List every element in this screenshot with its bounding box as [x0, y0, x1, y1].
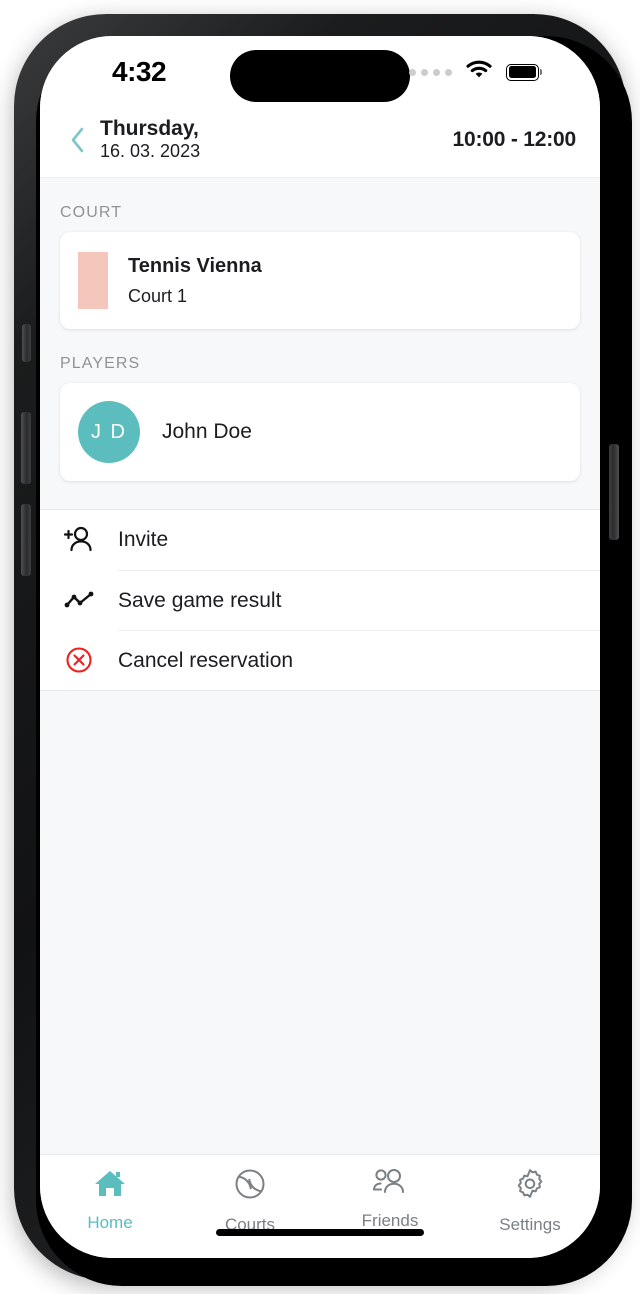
- header-date-value: 16. 03. 2023: [100, 141, 201, 162]
- home-icon: [92, 1167, 128, 1204]
- dynamic-island: [230, 50, 410, 102]
- cancel-circle-icon: [58, 646, 100, 674]
- gear-icon: [513, 1167, 547, 1206]
- empty-area: [40, 691, 600, 1154]
- back-button[interactable]: [60, 120, 94, 160]
- header-time-range: 10:00 - 12:00: [452, 127, 577, 151]
- header-date: Thursday, 16. 03. 2023: [100, 117, 200, 163]
- friends-icon: [371, 1167, 409, 1202]
- court-section-label: COURT: [60, 204, 123, 221]
- chevron-left-icon: [71, 127, 84, 152]
- tab-label-home: Home: [87, 1213, 133, 1232]
- tab-courts[interactable]: Courts: [180, 1167, 320, 1235]
- tab-settings[interactable]: Settings: [460, 1167, 600, 1235]
- main-content: COURT Tennis Vienna Court 1 PLAYERS J D …: [40, 178, 600, 1154]
- tab-bar: Home Courts Friends Settings: [40, 1154, 600, 1258]
- status-time: 4:32: [112, 56, 167, 87]
- battery-full-icon: [506, 63, 542, 81]
- power-button[interactable]: [609, 444, 619, 540]
- person-add-icon: [58, 526, 100, 554]
- header: Thursday, 16. 03. 2023 10:00 - 12:00: [40, 102, 600, 178]
- avatar: J D: [78, 401, 140, 463]
- court-name: Tennis Vienna: [128, 254, 262, 277]
- volume-down-button[interactable]: [21, 504, 31, 576]
- court-thumbnail: [78, 252, 108, 309]
- status-bar: 4:32: [40, 36, 600, 102]
- wifi-icon: [466, 60, 492, 84]
- home-indicator[interactable]: [216, 1229, 424, 1236]
- action-label-invite: Invite: [118, 528, 169, 551]
- action-label-cancel-reservation: Cancel reservation: [118, 630, 600, 690]
- tab-label-settings: Settings: [499, 1215, 561, 1234]
- action-label-save-game-result: Save game result: [118, 570, 600, 630]
- players-card[interactable]: J D John Doe: [60, 383, 580, 481]
- silent-switch-button[interactable]: [22, 324, 31, 362]
- phone-screen: 4:32 Thursday, 16. 03. 2023 10:00 - 12:0…: [40, 36, 600, 1258]
- player-name: John Doe: [162, 420, 252, 443]
- action-row-invite[interactable]: Invite: [40, 510, 600, 570]
- tab-home[interactable]: Home: [40, 1167, 180, 1233]
- action-row-cancel-reservation[interactable]: Cancel reservation: [40, 630, 600, 690]
- header-weekday: Thursday,: [100, 116, 199, 140]
- action-list: Invite Save game result Cancel reservati…: [40, 509, 600, 691]
- status-icons: [409, 60, 542, 84]
- tab-label-friends: Friends: [361, 1211, 419, 1230]
- trend-line-icon: [58, 589, 100, 611]
- players-section-label: PLAYERS: [60, 355, 141, 372]
- court-card-text: Tennis Vienna Court 1: [128, 253, 262, 308]
- court-card[interactable]: Tennis Vienna Court 1: [60, 232, 580, 329]
- cellular-dots-icon: [409, 68, 452, 76]
- tab-friends[interactable]: Friends: [320, 1167, 460, 1231]
- court-number: Court 1: [128, 285, 188, 306]
- volume-up-button[interactable]: [21, 412, 31, 484]
- tennis-ball-icon: [233, 1167, 267, 1206]
- action-row-save-game-result[interactable]: Save game result: [40, 570, 600, 630]
